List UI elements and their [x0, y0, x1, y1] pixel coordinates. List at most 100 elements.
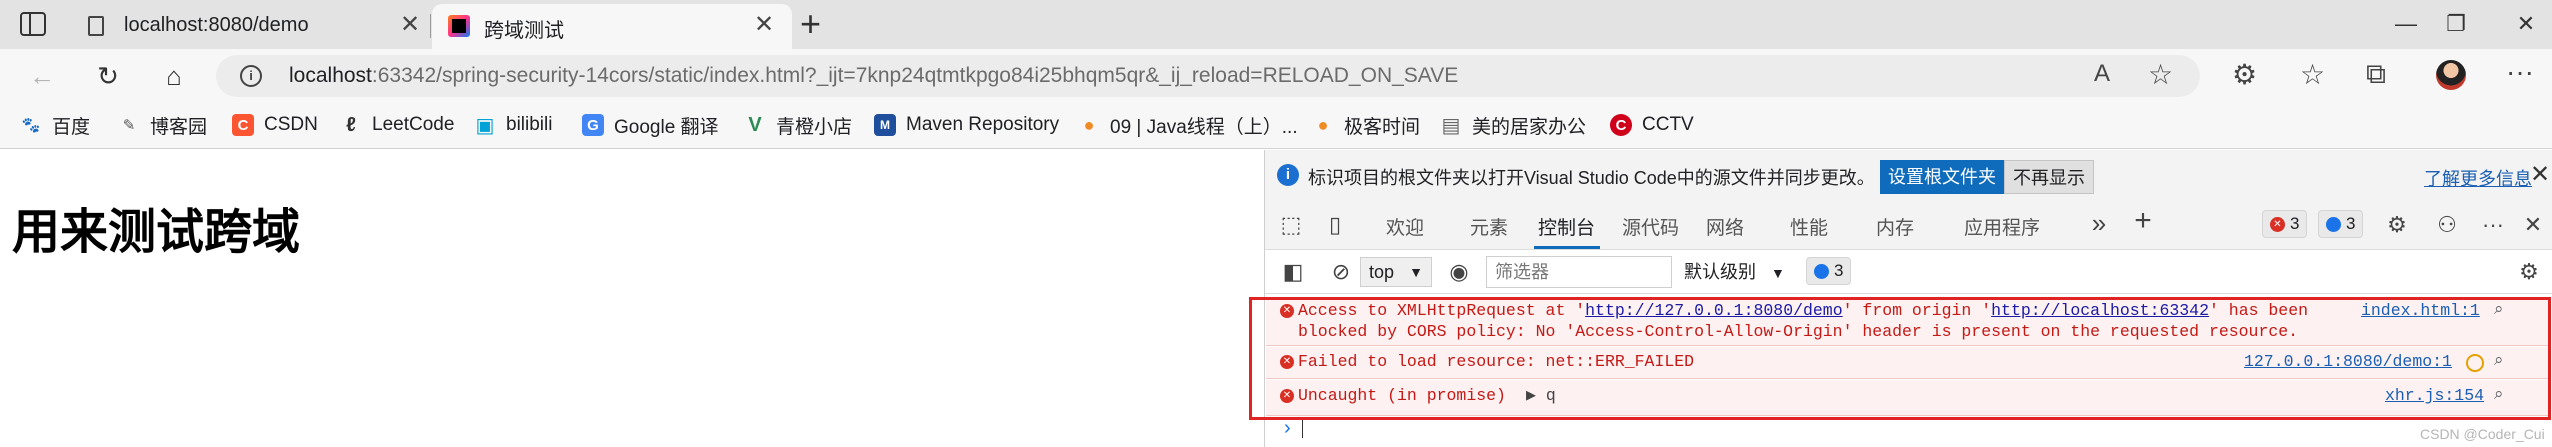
- bookmark-item[interactable]: ▣ bilibili: [474, 110, 553, 140]
- close-window-button[interactable]: ✕: [2506, 8, 2546, 40]
- message-count: 3: [1834, 261, 1844, 280]
- console-input[interactable]: [1302, 420, 1303, 438]
- log-level-value: 默认级别: [1684, 262, 1756, 282]
- minimize-button[interactable]: —: [2386, 8, 2426, 40]
- device-emulation-icon[interactable]: ▯: [1320, 210, 1350, 240]
- customize-icon[interactable]: ⚇: [2432, 210, 2462, 240]
- filter-input[interactable]: 筛选器: [1486, 256, 1672, 288]
- bookmark-label: 百度: [52, 116, 91, 138]
- bookmark-item[interactable]: ● 极客时间: [1312, 110, 1420, 140]
- sidebar-toggle-icon[interactable]: ◧: [1278, 257, 1308, 287]
- bookmark-label: CSDN: [264, 114, 318, 135]
- info-count: 3: [2346, 214, 2356, 233]
- baidu-icon: 🐾: [21, 117, 41, 134]
- cctv-icon: C: [1610, 114, 1632, 136]
- more-tabs-icon[interactable]: »: [2084, 208, 2114, 238]
- eye-icon[interactable]: ◉: [1444, 257, 1474, 287]
- extensions-icon[interactable]: ⚙: [2232, 58, 2257, 91]
- tab-performance[interactable]: 性能: [1790, 213, 1828, 240]
- favorites-icon[interactable]: ☆: [2300, 58, 2325, 91]
- vue-icon: V: [748, 113, 762, 136]
- tab-title: 跨域测试: [484, 20, 564, 42]
- page-icon: [88, 16, 104, 36]
- back-arrow-icon[interactable]: ←: [22, 56, 62, 96]
- maximize-button[interactable]: ❐: [2436, 8, 2476, 40]
- bookmark-item[interactable]: C CCTV: [1610, 110, 1694, 140]
- close-icon[interactable]: ✕: [400, 13, 420, 37]
- more-options-icon[interactable]: ···: [2478, 210, 2508, 240]
- bookmark-label: CCTV: [1642, 114, 1694, 135]
- geektime-icon: ●: [1317, 114, 1329, 135]
- log-level-select[interactable]: 默认级别 ▼: [1684, 258, 1785, 284]
- tab-cors-test[interactable]: 跨域测试 ✕: [432, 4, 792, 49]
- url-text[interactable]: localhost:63342/spring-security-14cors/s…: [289, 62, 1458, 90]
- error-count-badge[interactable]: ✕ 3: [2262, 210, 2308, 238]
- tab-sources[interactable]: 源代码: [1622, 213, 1679, 240]
- settings-gear-icon[interactable]: ⚙: [2382, 210, 2412, 240]
- tab-divider: [430, 14, 431, 38]
- page-heading: 用来测试跨域: [12, 206, 301, 259]
- tab-demo[interactable]: localhost:8080/demo ✕: [72, 4, 430, 49]
- tab-welcome[interactable]: 欢迎: [1386, 213, 1424, 240]
- clear-console-icon[interactable]: ⊘: [1326, 257, 1356, 287]
- inspect-element-icon[interactable]: ⬚: [1276, 210, 1306, 240]
- sidebar-toggle-icon[interactable]: [20, 12, 46, 36]
- bookmark-item[interactable]: ℓ LeetCode: [340, 110, 454, 140]
- learn-more-link[interactable]: 了解更多信息: [2424, 165, 2532, 191]
- csdn-icon: C: [232, 114, 254, 136]
- bookmark-label: 博客园: [150, 116, 208, 138]
- home-icon[interactable]: ⌂: [154, 56, 194, 96]
- favorite-add-icon[interactable]: ☆: [2148, 58, 2173, 91]
- message-count-badge[interactable]: 3: [1806, 257, 1852, 285]
- profile-avatar[interactable]: [2436, 60, 2466, 90]
- more-menu-icon[interactable]: ···: [2506, 56, 2534, 88]
- highlight-box: [1249, 297, 2551, 420]
- cnblogs-icon: ✎: [122, 117, 136, 134]
- active-tab-indicator: [1534, 246, 1600, 249]
- close-icon[interactable]: ✕: [754, 13, 774, 37]
- leetcode-icon: ℓ: [346, 113, 356, 136]
- message-icon: [1814, 263, 1829, 279]
- bookmark-item[interactable]: ✎ 博客园: [118, 110, 207, 140]
- new-tab-button[interactable]: +: [800, 2, 821, 46]
- bookmark-label: Maven Repository: [906, 114, 1060, 135]
- caret-down-icon: ▼: [1409, 264, 1423, 280]
- tab-memory[interactable]: 内存: [1876, 213, 1914, 240]
- context-select[interactable]: top ▼: [1360, 257, 1432, 287]
- bilibili-icon: ▣: [475, 114, 495, 137]
- maven-icon: M: [874, 114, 896, 136]
- add-tab-icon[interactable]: +: [2128, 206, 2158, 236]
- url-path: :63342/spring-security-14cors/static/ind…: [371, 64, 1459, 87]
- error-icon: ✕: [2270, 216, 2285, 232]
- bookmark-item[interactable]: C CSDN: [232, 110, 318, 140]
- close-devtools-icon[interactable]: ✕: [2518, 210, 2548, 240]
- message-icon: [2326, 216, 2341, 232]
- tab-title: localhost:8080/demo: [124, 14, 309, 36]
- tab-console[interactable]: 控制台: [1538, 213, 1595, 240]
- bookmark-item[interactable]: ▤ 美的居家办公: [1440, 110, 1586, 140]
- collections-icon[interactable]: ⧉: [2366, 58, 2386, 91]
- reload-icon[interactable]: ↻: [88, 56, 128, 96]
- tab-elements[interactable]: 元素: [1470, 213, 1508, 240]
- bookmark-item[interactable]: M Maven Repository: [874, 110, 1059, 140]
- tab-network[interactable]: 网络: [1706, 213, 1744, 240]
- info-count-badge[interactable]: 3: [2318, 210, 2364, 238]
- close-icon[interactable]: ✕: [2530, 160, 2550, 189]
- set-root-folder-button[interactable]: 设置根文件夹: [1880, 160, 2004, 194]
- watermark: CSDN @Coder_Cui: [2420, 426, 2545, 442]
- bookmark-item[interactable]: ● 09 | Java线程（上）...: [1078, 110, 1298, 140]
- site-info-icon[interactable]: i: [240, 65, 262, 87]
- read-aloud-icon[interactable]: A: [2094, 60, 2110, 88]
- context-value: top: [1369, 262, 1395, 282]
- console-settings-icon[interactable]: ⚙: [2514, 257, 2544, 287]
- bookmark-label: LeetCode: [372, 114, 455, 135]
- dont-show-again-button[interactable]: 不再显示: [2004, 160, 2094, 194]
- infobar-message: 标识项目的根文件夹以打开Visual Studio Code中的源文件并同步更改…: [1308, 168, 1875, 188]
- geektime-icon: ●: [1083, 114, 1095, 135]
- tab-application[interactable]: 应用程序: [1964, 213, 2040, 240]
- bookmark-label: 09 | Java线程（上）...: [1110, 116, 1298, 138]
- bookmark-item[interactable]: G Google 翻译: [582, 110, 719, 140]
- bookmark-item[interactable]: V 青橙小店: [744, 110, 852, 140]
- bookmark-item[interactable]: 🐾 百度: [20, 110, 90, 140]
- jetbrains-icon: [448, 15, 470, 37]
